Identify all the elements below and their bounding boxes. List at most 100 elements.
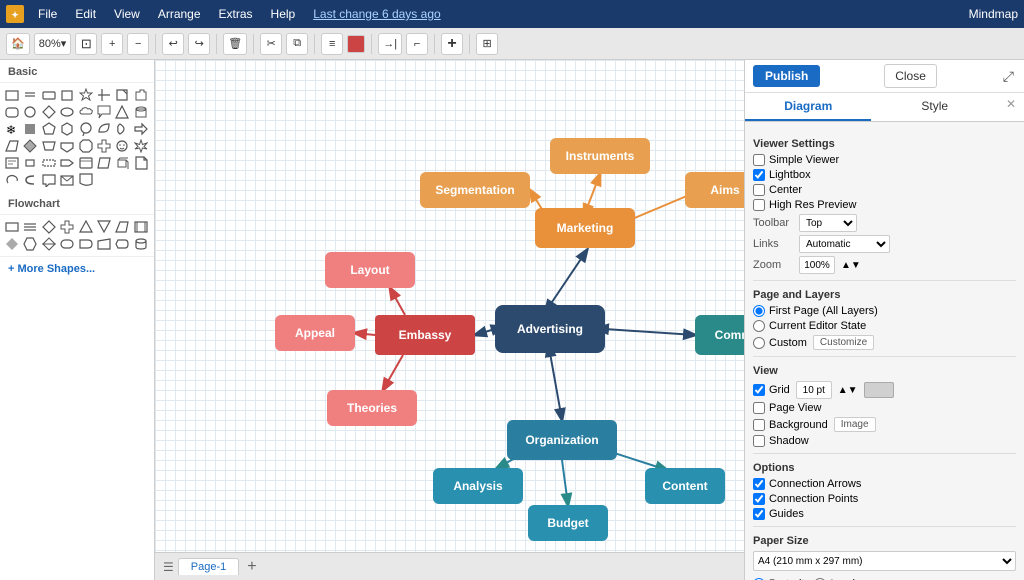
node-organization[interactable]: Organization <box>507 420 617 460</box>
shape-rect-text[interactable] <box>4 155 20 171</box>
zoom-fit-button[interactable]: ⊡ <box>75 33 97 55</box>
customize-button[interactable]: Customize <box>813 335 874 350</box>
shape-document[interactable] <box>78 172 94 188</box>
flow-process[interactable] <box>4 219 20 235</box>
paper-size-select[interactable]: A4 (210 mm x 297 mm) A3 Letter Legal <box>753 551 1016 571</box>
page-view-label[interactable]: Page View <box>753 402 821 414</box>
flow-lines2[interactable] <box>22 219 38 235</box>
node-marketing[interactable]: Marketing <box>535 208 635 248</box>
grid-stepper[interactable]: ▲▼ <box>838 385 858 396</box>
menu-help[interactable]: Help <box>267 5 300 23</box>
table-button[interactable]: ⊞ <box>476 33 498 55</box>
shape-diamond[interactable] <box>41 104 57 120</box>
shape-rhombus[interactable] <box>22 138 38 154</box>
undo-button[interactable]: ↩ <box>162 33 184 55</box>
shape-note[interactable] <box>114 87 130 103</box>
first-page-radio[interactable] <box>753 305 765 317</box>
flow-predefined[interactable] <box>133 219 149 235</box>
redo-button[interactable]: ↪ <box>188 33 210 55</box>
insert-button[interactable]: + <box>441 33 463 55</box>
shape-lines[interactable] <box>22 87 38 103</box>
menu-extras[interactable]: Extras <box>215 5 257 23</box>
background-label[interactable]: Background <box>753 419 828 431</box>
shape-dash[interactable] <box>41 155 57 171</box>
shape-parallelogram[interactable] <box>4 138 20 154</box>
shape-star[interactable] <box>78 87 94 103</box>
flow-delay[interactable] <box>78 236 94 252</box>
shape-pentagon2[interactable] <box>59 138 75 154</box>
node-layout[interactable]: Layout <box>325 252 415 288</box>
node-advertising[interactable]: Advertising <box>495 305 605 353</box>
flow-extract[interactable] <box>78 219 94 235</box>
background-checkbox[interactable] <box>753 419 765 431</box>
connection-arrows-label[interactable]: Connection Arrows <box>753 478 861 490</box>
shape-rect2[interactable] <box>41 87 57 103</box>
flow-db[interactable] <box>133 236 149 252</box>
node-aims[interactable]: Aims <box>685 172 744 208</box>
custom-radio[interactable] <box>753 337 765 349</box>
flow-term[interactable] <box>59 236 75 252</box>
shape-square2[interactable] <box>22 121 38 137</box>
shape-callout[interactable] <box>96 104 112 120</box>
close-button[interactable]: Close <box>884 64 937 88</box>
node-embassy[interactable]: Embassy <box>375 315 475 355</box>
shape-chat[interactable] <box>41 172 57 188</box>
guides-label[interactable]: Guides <box>753 508 804 520</box>
cut-button[interactable]: ✂ <box>260 33 282 55</box>
shape-c-shape[interactable] <box>22 172 38 188</box>
add-tab-button[interactable]: + <box>243 558 260 576</box>
publish-button[interactable]: Publish <box>753 65 820 87</box>
shape-cloud[interactable] <box>78 104 94 120</box>
shape-snowflake[interactable]: ❄ <box>4 121 20 137</box>
links-select[interactable]: AutomaticNew WindowSame Window <box>799 235 890 253</box>
canvas[interactable]: Advertising Marketing Communication Orga… <box>155 60 744 552</box>
lightbox-checkbox[interactable] <box>753 169 765 181</box>
grid-checkbox[interactable] <box>753 384 765 396</box>
tab-diagram[interactable]: Diagram <box>745 93 871 121</box>
shape-ellipse[interactable] <box>59 104 75 120</box>
shape-octagon[interactable] <box>78 138 94 154</box>
node-segmentation[interactable]: Segmentation <box>420 172 530 208</box>
corner-button[interactable]: ⌐ <box>406 33 428 55</box>
node-analysis[interactable]: Analysis <box>433 468 523 504</box>
flow-hex[interactable] <box>22 236 38 252</box>
tab-close-icon[interactable]: ✕ <box>998 93 1024 121</box>
zoom-display[interactable]: 80% ▾ <box>34 33 72 55</box>
shape-cross2[interactable] <box>96 138 112 154</box>
grid-size-input[interactable] <box>796 381 832 399</box>
node-communication[interactable]: Communication <box>695 315 744 355</box>
center-checkbox[interactable] <box>753 184 765 196</box>
high-res-label[interactable]: High Res Preview <box>753 199 856 211</box>
flow-manual[interactable] <box>96 236 112 252</box>
arrow-button[interactable]: →| <box>378 33 402 55</box>
current-editor-radio[interactable] <box>753 320 765 332</box>
shadow-checkbox[interactable] <box>753 435 765 447</box>
shape-bubble[interactable] <box>78 121 94 137</box>
zoom-in-button[interactable]: + <box>101 33 123 55</box>
node-content[interactable]: Content <box>645 468 725 504</box>
home-button[interactable]: 🏠 <box>6 33 30 55</box>
grid-label[interactable]: Grid <box>753 384 790 396</box>
shape-cube[interactable] <box>114 155 130 171</box>
shape-arrow[interactable] <box>133 121 149 137</box>
center-label[interactable]: Center <box>753 184 802 196</box>
connection-points-checkbox[interactable] <box>753 493 765 505</box>
shape-rect[interactable] <box>4 87 20 103</box>
shape-cross[interactable] <box>96 87 112 103</box>
first-page-label[interactable]: First Page (All Layers) <box>753 305 878 317</box>
flow-sort[interactable] <box>41 236 57 252</box>
shape-rect3[interactable] <box>59 87 75 103</box>
copy-button[interactable]: ⧉ <box>286 33 308 55</box>
menu-arrange[interactable]: Arrange <box>154 5 205 23</box>
flow-diamond2[interactable] <box>4 236 20 252</box>
custom-label[interactable]: Custom <box>753 337 807 349</box>
shape-envelope[interactable] <box>59 172 75 188</box>
menu-view[interactable]: View <box>110 5 144 23</box>
shape-starburst[interactable] <box>133 138 149 154</box>
shape-circle[interactable] <box>22 104 38 120</box>
delete-button[interactable]: 🗑 <box>223 33 247 55</box>
node-instruments[interactable]: Instruments <box>550 138 650 174</box>
connection-arrows-checkbox[interactable] <box>753 478 765 490</box>
shape-label[interactable] <box>59 155 75 171</box>
shape-rounded[interactable] <box>4 104 20 120</box>
